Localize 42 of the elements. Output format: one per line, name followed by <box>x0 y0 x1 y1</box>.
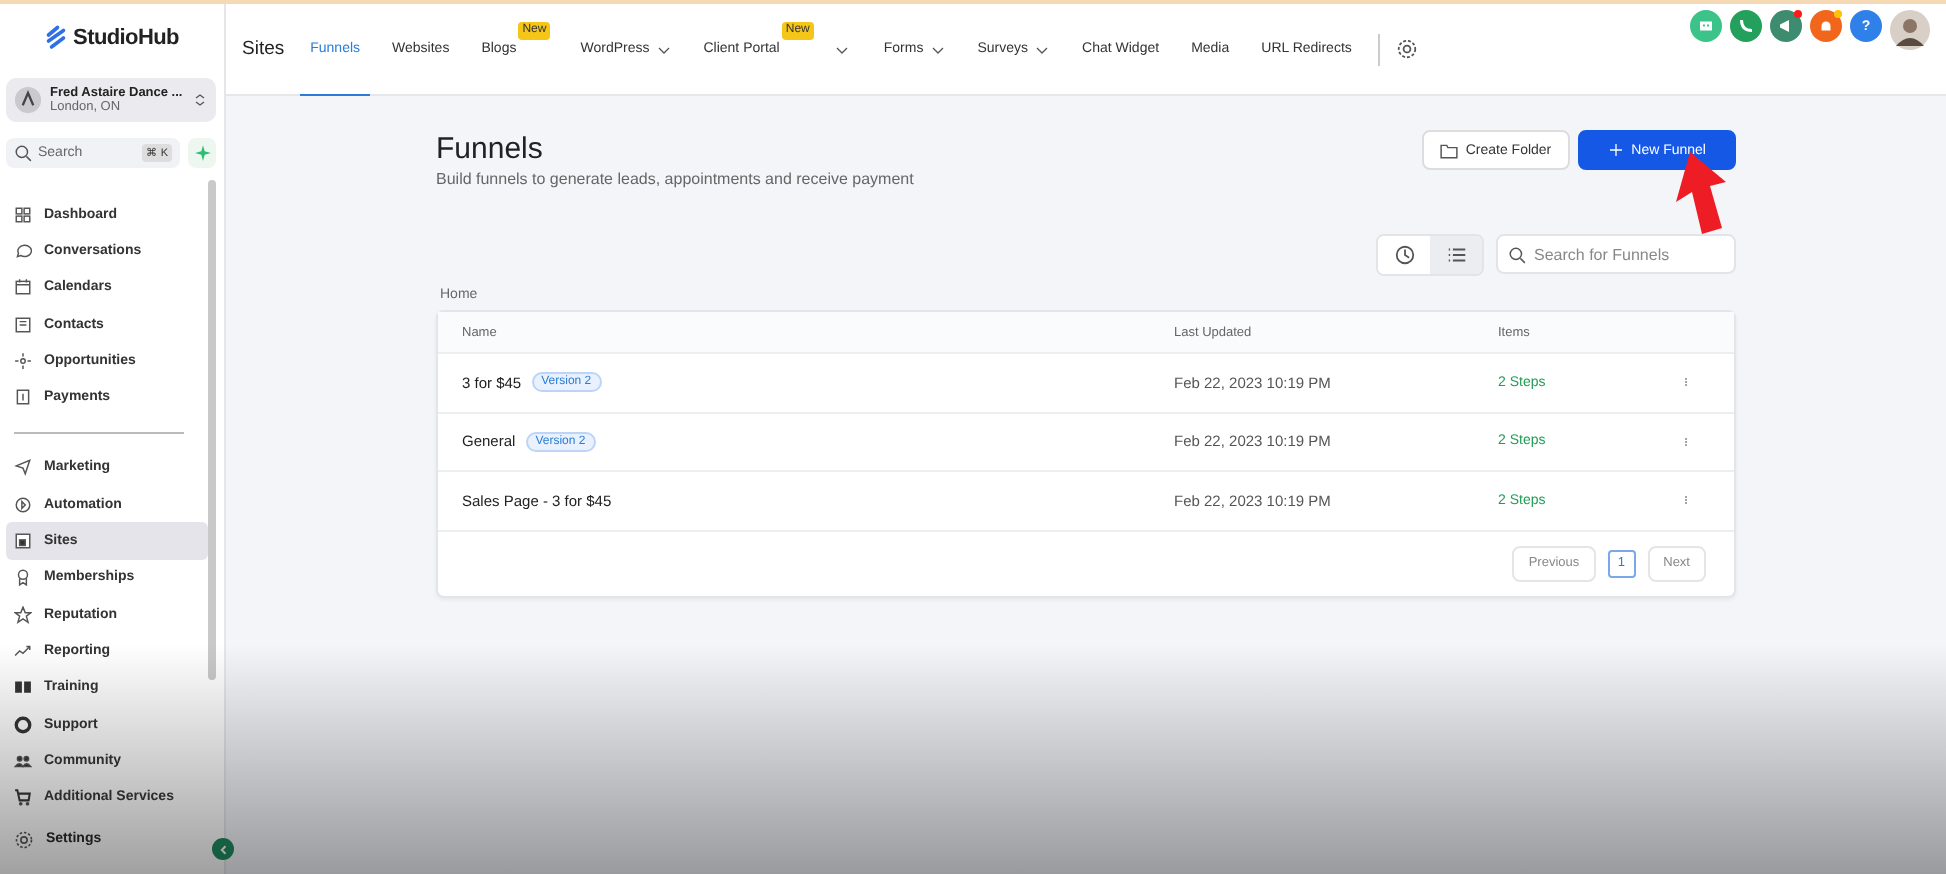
page-title: Funnels <box>436 130 545 168</box>
search-field[interactable]: Search for Funnels <box>1496 234 1736 274</box>
phone-button[interactable] <box>1730 10 1762 42</box>
dashboard-icon <box>14 205 32 224</box>
bell-button[interactable] <box>1810 10 1842 42</box>
section-title: Sites <box>242 38 285 60</box>
account-icon <box>14 86 42 114</box>
trend-line-icon <box>14 641 32 660</box>
logo-icon <box>43 24 68 52</box>
megaphone-button[interactable] <box>1770 10 1802 42</box>
plus-icon <box>1607 142 1624 158</box>
people-icon <box>14 751 32 770</box>
list-view-button[interactable] <box>1430 236 1482 274</box>
contact-card-icon <box>14 315 32 334</box>
avatar[interactable] <box>1890 10 1930 50</box>
brand-name: StudioHub <box>73 26 179 50</box>
phone-icon <box>1734 14 1758 38</box>
ribbon-icon <box>14 568 32 587</box>
cart-icon <box>14 788 32 807</box>
chat-bubble-icon <box>14 241 32 260</box>
search-icon <box>14 144 32 162</box>
search-icon <box>1508 245 1526 263</box>
receipt-icon <box>14 388 32 407</box>
robot-button[interactable] <box>1690 10 1722 42</box>
play-circle-icon <box>14 495 32 514</box>
quick-action-button[interactable] <box>188 138 216 168</box>
gear-icon <box>14 829 34 850</box>
sparkle-icon <box>193 144 211 162</box>
network-icon <box>14 351 32 370</box>
paper-plane-icon <box>14 458 32 477</box>
star-icon <box>14 605 32 624</box>
list-icon <box>1445 244 1467 266</box>
website-icon <box>14 532 32 551</box>
settings-icon <box>1395 38 1418 60</box>
folder-icon <box>1439 141 1458 159</box>
calendar-icon <box>14 278 32 297</box>
chevron-left-icon <box>217 843 229 855</box>
book-icon <box>14 678 32 697</box>
page-subtitle: Build funnels to generate leads, appointments and receive payment <box>436 170 914 188</box>
collapse-button[interactable] <box>212 838 234 860</box>
clock-icon <box>1393 244 1415 266</box>
lifebuoy-icon <box>14 715 32 733</box>
